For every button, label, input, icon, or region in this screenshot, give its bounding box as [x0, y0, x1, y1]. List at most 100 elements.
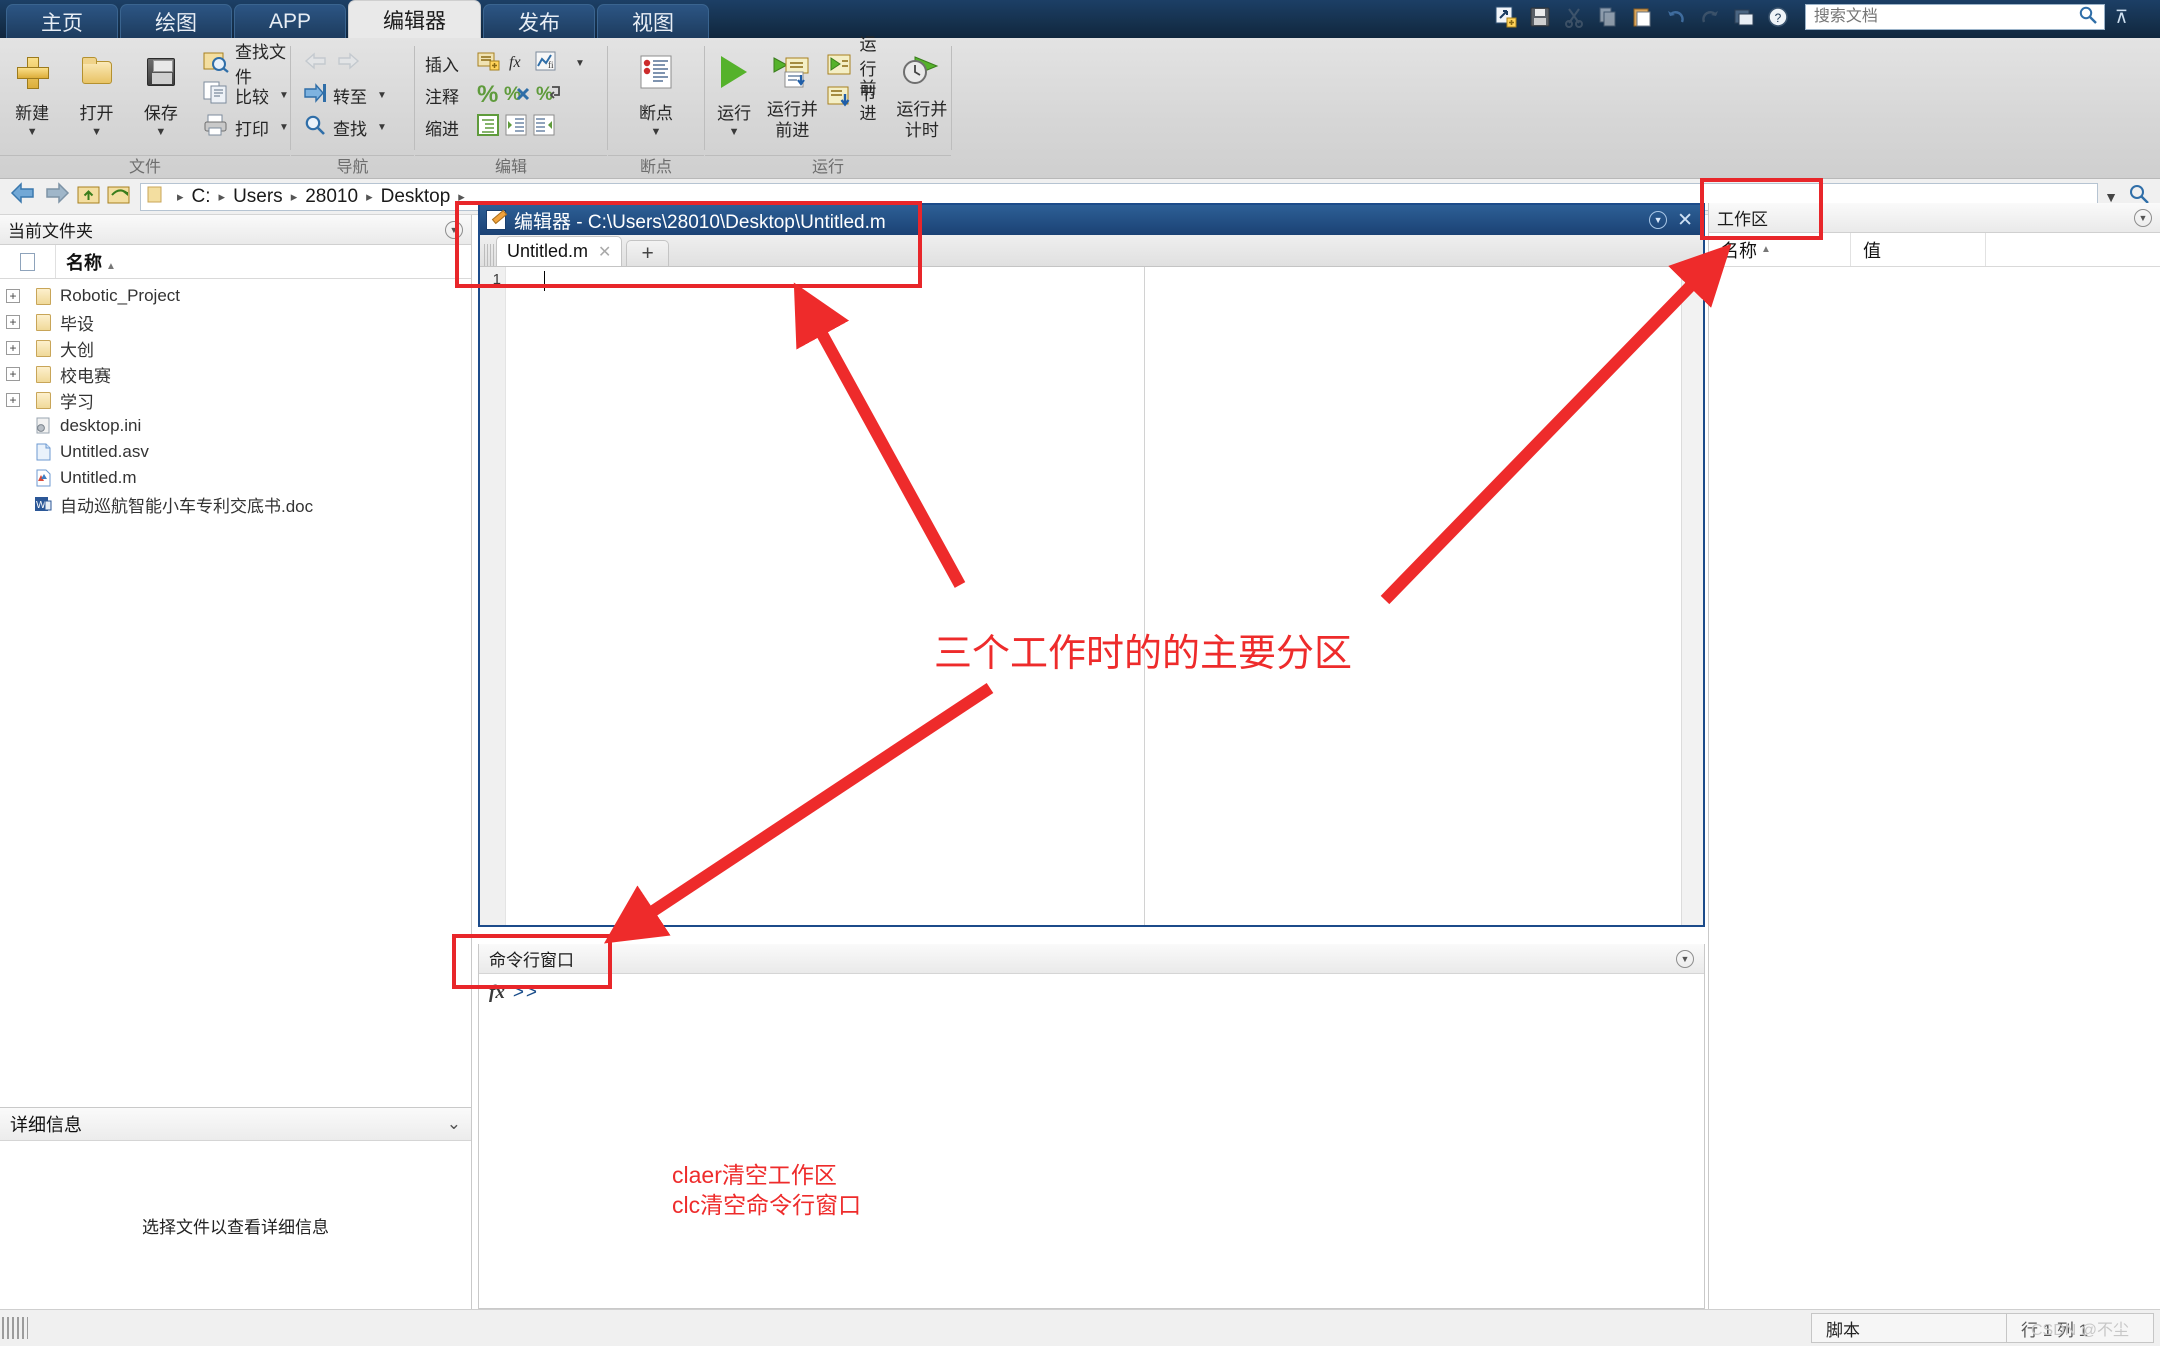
panel-menu-icon[interactable]: ▼ [2134, 208, 2152, 227]
list-item[interactable]: + 毕设 [0, 309, 471, 335]
copy-icon[interactable] [1593, 3, 1623, 31]
compare-caret[interactable]: ▼ [279, 90, 289, 101]
search-documentation-box[interactable] [1804, 4, 2105, 30]
new-button-caret[interactable]: ▼ [27, 126, 38, 138]
workspace-name-column[interactable]: 名称 ▲ [1709, 233, 1851, 266]
wrap-comment-icon[interactable]: % [536, 81, 562, 110]
advance-button[interactable]: 前进 [827, 79, 892, 123]
nav-history-buttons[interactable] [303, 47, 387, 79]
help-icon[interactable]: ? [1763, 3, 1793, 31]
insert-caret[interactable]: ▼ [575, 58, 585, 69]
breakpoints-button[interactable]: 断点 ▼ [619, 45, 693, 138]
run-and-time-button[interactable]: 运行并 计时 [893, 45, 951, 141]
workspace-value-column[interactable]: 值 [1851, 233, 1986, 266]
expander-icon[interactable]: + [6, 393, 20, 407]
layout-icon[interactable] [1729, 3, 1759, 31]
find-files-button[interactable]: 查找文件 [203, 43, 290, 87]
details-panel-header[interactable]: 详细信息 ⌄ [0, 1107, 471, 1141]
search-icon[interactable] [2078, 5, 2098, 30]
open-button[interactable]: 打开 ▼ [64, 45, 128, 138]
new-tab-button[interactable]: + [626, 240, 669, 266]
redo-icon[interactable] [1695, 3, 1725, 31]
tab-editor[interactable]: 编辑器 [348, 0, 482, 38]
save-icon[interactable] [1525, 3, 1555, 31]
editor-code-area[interactable] [520, 267, 1681, 925]
code-analyzer-status-icon[interactable] [1685, 270, 1701, 286]
expander-icon[interactable]: + [6, 341, 20, 355]
list-item[interactable]: desktop.ini [0, 413, 471, 439]
folder-up-icon[interactable] [77, 183, 101, 210]
search-input[interactable] [1811, 7, 2078, 27]
insert-block-icon[interactable] [477, 50, 501, 77]
expander-icon[interactable]: + [6, 367, 20, 381]
list-item[interactable]: W 自动巡航智能小车专利交底书.doc [0, 491, 471, 517]
panel-menu-icon[interactable]: ▼ [445, 220, 463, 239]
list-item[interactable]: + Robotic_Project [0, 283, 471, 309]
panel-menu-icon[interactable]: ▼ [1649, 211, 1668, 229]
status-grip-handle[interactable] [2, 1317, 28, 1339]
tab-home[interactable]: 主页 [6, 4, 118, 38]
goto-button[interactable]: 转至 ▼ [303, 79, 387, 111]
indent-row[interactable]: 缩进 [425, 111, 585, 143]
print-caret[interactable]: ▼ [279, 122, 289, 133]
indent-right-icon[interactable] [505, 114, 527, 141]
breadcrumb-drive[interactable]: C: [192, 186, 211, 208]
tab-view[interactable]: 视图 [597, 4, 710, 38]
breadcrumb-users[interactable]: Users [233, 186, 283, 208]
save-button[interactable]: 保存 ▼ [129, 45, 193, 138]
tab-close-icon[interactable]: ✕ [598, 242, 611, 262]
uncomment-percent-icon[interactable]: % [504, 81, 530, 110]
editor-scrollbar[interactable] [1681, 267, 1703, 925]
new-shortcut-icon[interactable] [1491, 3, 1521, 31]
smart-indent-icon[interactable] [477, 113, 499, 141]
nav-back-arrow-icon[interactable] [10, 182, 36, 211]
tab-apps[interactable]: APP [234, 4, 347, 38]
nav-forward-icon[interactable] [335, 51, 361, 76]
find-button[interactable]: 查找 ▼ [303, 111, 387, 143]
nav-back-icon[interactable] [303, 51, 329, 76]
comment-percent-icon[interactable]: % [477, 83, 498, 107]
cut-icon[interactable] [1559, 3, 1589, 31]
function-browser-icon[interactable]: fx [489, 982, 505, 1004]
name-column-header[interactable]: 名称 ▲ [56, 249, 471, 275]
goto-caret[interactable]: ▼ [377, 90, 387, 101]
compare-button[interactable]: 比较 ▼ [203, 79, 290, 111]
paste-icon[interactable] [1627, 3, 1657, 31]
breakpoints-caret[interactable]: ▼ [651, 126, 662, 138]
tab-plots[interactable]: 绘图 [120, 4, 232, 38]
list-item[interactable]: + 校电赛 [0, 361, 471, 387]
new-button[interactable]: 新建 ▼ [0, 45, 64, 138]
nav-forward-arrow-icon[interactable] [44, 182, 70, 211]
tab-publish[interactable]: 发布 [483, 4, 596, 38]
list-item[interactable]: Untitled.asv [0, 439, 471, 465]
function-fx-icon[interactable]: fx [507, 50, 529, 77]
save-button-caret[interactable]: ▼ [155, 126, 166, 138]
panel-menu-icon[interactable]: ▼ [1676, 949, 1694, 968]
print-button[interactable]: 打印 ▼ [203, 111, 290, 143]
run-and-advance-button[interactable]: 运行并 前进 [763, 45, 821, 141]
run-button[interactable]: 运行 ▼ [705, 45, 763, 138]
command-window-body[interactable]: fx >> [479, 974, 1704, 1012]
expander-icon[interactable]: + [6, 289, 20, 303]
undo-icon[interactable] [1661, 3, 1691, 31]
list-item[interactable]: + 大创 [0, 335, 471, 361]
run-button-caret[interactable]: ▼ [729, 126, 740, 138]
list-item[interactable]: Untitled.m [0, 465, 471, 491]
tab-grip-handle[interactable] [484, 244, 494, 266]
indent-left-icon[interactable] [533, 114, 555, 141]
find-caret[interactable]: ▼ [377, 122, 387, 133]
run-time-icon [902, 49, 941, 95]
comment-row[interactable]: 注释 % % % [425, 79, 585, 111]
insert-row[interactable]: 插入 fx fi ▼ [425, 47, 585, 79]
open-button-caret[interactable]: ▼ [91, 126, 102, 138]
insert-plot-icon[interactable]: fi [535, 50, 557, 77]
expander-icon[interactable]: + [6, 315, 20, 329]
breadcrumb-user[interactable]: 28010 [305, 186, 358, 208]
close-icon[interactable]: ✕ [1677, 209, 1693, 232]
list-item[interactable]: + 学习 [0, 387, 471, 413]
browse-folder-icon[interactable] [107, 183, 131, 210]
chevron-down-icon[interactable]: ⌄ [447, 1114, 461, 1134]
tab-untitled-m[interactable]: Untitled.m ✕ [496, 236, 623, 266]
breadcrumb-desktop[interactable]: Desktop [381, 186, 451, 208]
collapse-ribbon-icon[interactable]: ⊼ [2115, 7, 2128, 28]
